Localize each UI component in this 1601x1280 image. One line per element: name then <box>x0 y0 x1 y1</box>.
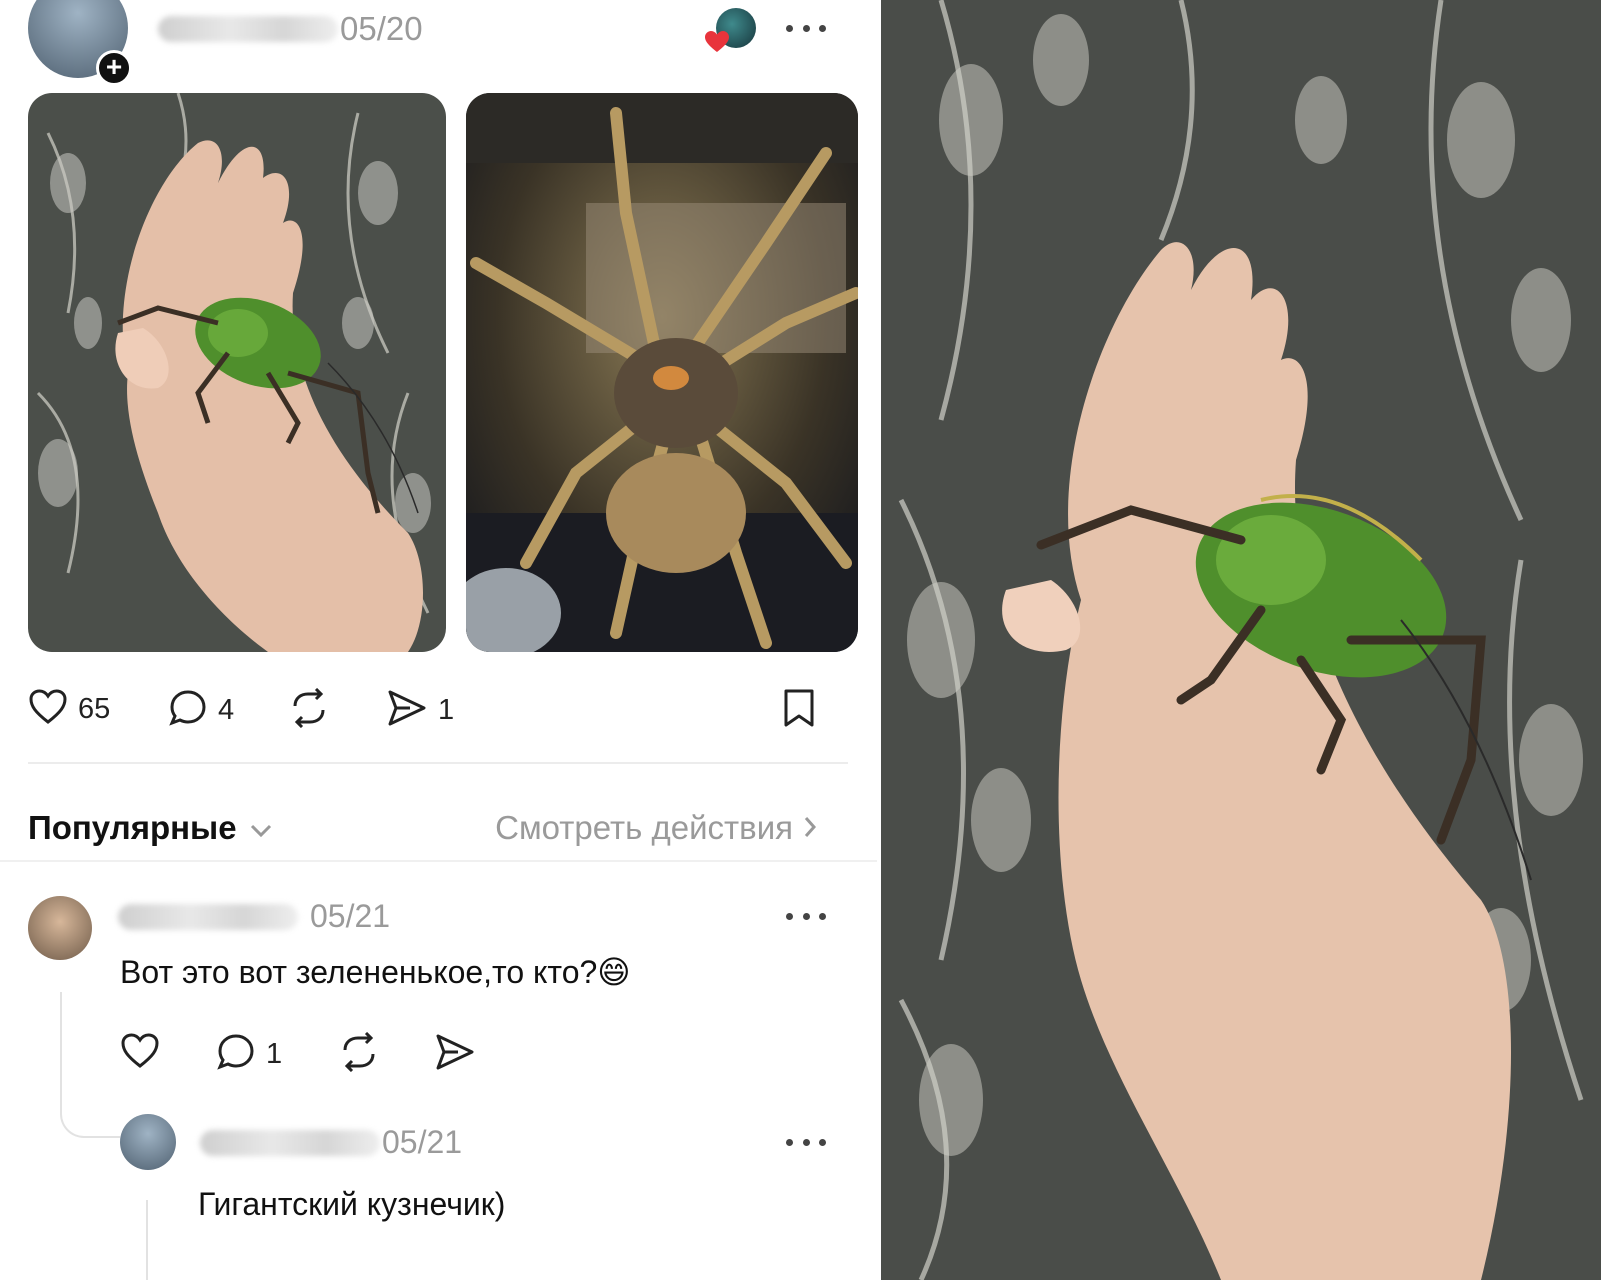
section-divider <box>0 860 877 862</box>
comment-action[interactable]: 4 <box>168 688 234 733</box>
comment-reply-action[interactable]: 1 <box>216 1032 282 1077</box>
comment-icon <box>216 1032 256 1077</box>
sort-dropdown[interactable]: Популярные <box>28 809 273 847</box>
commenter-avatar[interactable] <box>28 896 92 960</box>
send-icon <box>434 1032 476 1077</box>
comment-more-icon[interactable] <box>786 910 826 922</box>
comment-text-row: Вот это вот зелененькое,то кто?😄 <box>120 953 631 991</box>
post-date: 05/20 <box>340 10 423 47</box>
grin-emoji-icon: 😄 <box>597 953 631 991</box>
comment-like-action[interactable] <box>120 1032 160 1075</box>
chevron-right-icon <box>803 809 817 847</box>
reply-avatar[interactable] <box>120 1114 176 1170</box>
send-icon <box>386 688 428 733</box>
commenter-name-redacted[interactable] <box>118 904 298 930</box>
follow-plus-icon[interactable]: + <box>96 50 132 86</box>
heart-badge-icon <box>704 30 730 59</box>
view-actions-label: Смотреть действия <box>495 809 793 846</box>
comment-share-action[interactable] <box>434 1032 476 1077</box>
photo-katydid[interactable] <box>28 93 446 652</box>
comment-count: 4 <box>218 694 235 726</box>
divider-line <box>28 762 848 764</box>
view-actions-link[interactable]: Смотреть действия <box>495 809 817 847</box>
reply-more-icon[interactable] <box>786 1136 826 1148</box>
reply-text: Гигантский кузнечик) <box>198 1186 506 1222</box>
photo-tarantula[interactable] <box>466 93 858 652</box>
reply-author-redacted[interactable] <box>200 1130 380 1156</box>
comment-reply-count: 1 <box>266 1038 283 1070</box>
reply-date: 05/21 <box>382 1124 463 1160</box>
post-screen: + 05/20 65 4 1 Популярные Смотреть дейст… <box>0 0 877 1280</box>
chevron-down-icon <box>249 809 273 847</box>
thread-curve <box>60 1090 120 1138</box>
comment-icon <box>168 688 208 733</box>
heart-icon <box>28 688 68 731</box>
repost-action[interactable] <box>288 687 330 733</box>
sort-label: Популярные <box>28 809 237 846</box>
comment-text: Вот это вот зелененькое,то кто? <box>120 954 598 990</box>
like-action[interactable]: 65 <box>28 688 110 731</box>
photo-katydid-enlarged <box>881 0 1601 1280</box>
bookmark-icon[interactable] <box>782 688 816 733</box>
comment-date: 05/21 <box>310 898 391 934</box>
share-count: 1 <box>438 694 455 726</box>
like-count: 65 <box>78 693 111 725</box>
share-action[interactable]: 1 <box>386 688 454 733</box>
repost-icon <box>288 687 330 733</box>
post-more-icon[interactable] <box>786 22 826 34</box>
comment-repost-action[interactable] <box>338 1031 380 1077</box>
reply-thread-line <box>146 1200 148 1280</box>
author-name-redacted[interactable] <box>158 16 338 42</box>
heart-icon <box>120 1032 160 1075</box>
repost-icon <box>338 1031 380 1077</box>
